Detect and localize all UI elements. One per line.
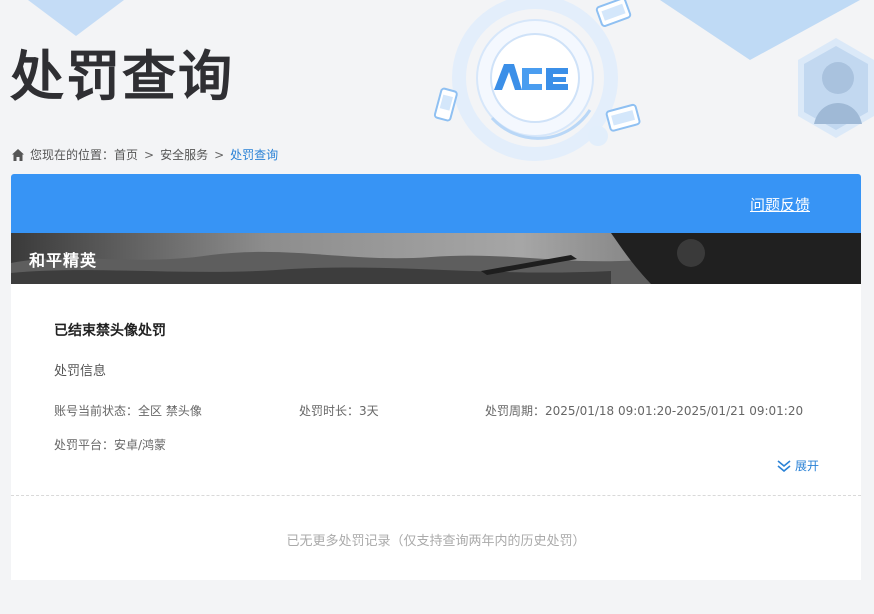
- breadcrumb-security-link[interactable]: 安全服务: [160, 146, 208, 163]
- game-banner-image: [11, 233, 861, 284]
- header-bar: 问题反馈: [11, 174, 861, 233]
- breadcrumb-current: 处罚查询: [230, 148, 279, 162]
- platform-value: 安卓/鸿蒙: [114, 438, 167, 452]
- platform-label: 处罚平台：: [54, 438, 115, 452]
- punishment-platform: 处罚平台：安卓/鸿蒙: [54, 436, 166, 453]
- breadcrumb-separator: >: [144, 147, 155, 162]
- punishment-duration: 处罚时长：3天: [299, 402, 379, 419]
- punishment-period: 处罚周期：2025/01/18 09:01:20-2025/01/21 09:0…: [485, 402, 803, 419]
- page-title: 处罚查询: [10, 45, 234, 108]
- game-banner: 和平精英: [11, 233, 861, 284]
- expand-button[interactable]: 展开: [777, 457, 819, 474]
- breadcrumb-prefix: 您现在的位置：: [30, 148, 115, 162]
- duration-label: 处罚时长：: [299, 404, 360, 418]
- punishment-record-card: 已结束禁头像处罚 处罚信息 账号当前状态：全区 禁头像 处罚时长：3天 处罚周期…: [11, 284, 861, 580]
- duration-value: 3天: [359, 404, 379, 418]
- character-portrait-decoration: [798, 38, 874, 138]
- period-value: 2025/01/18 09:01:20-2025/01/21 09:01:20: [545, 404, 804, 418]
- no-more-records-text: 已无更多处罚记录（仅支持查询两年内的历史处罚）: [286, 534, 586, 549]
- ace-logo-icon: [433, 0, 641, 161]
- feedback-link[interactable]: 问题反馈: [750, 194, 810, 215]
- breadcrumb: 您现在的位置： 首页 > 安全服务 > 处罚查询: [11, 146, 278, 163]
- info-heading: 处罚信息: [54, 364, 107, 379]
- double-chevron-down-icon: [777, 459, 791, 472]
- divider: [11, 495, 861, 496]
- account-status-value: 全区 禁头像: [138, 404, 202, 418]
- account-status-label: 账号当前状态：: [54, 404, 139, 418]
- home-icon: [12, 148, 24, 161]
- period-label: 处罚周期：: [485, 404, 546, 418]
- expand-label: 展开: [795, 459, 820, 473]
- breadcrumb-separator: >: [214, 147, 225, 162]
- record-title: 已结束禁头像处罚: [54, 323, 166, 339]
- breadcrumb-home-link[interactable]: 首页: [114, 146, 138, 163]
- game-name: 和平精英: [29, 251, 98, 270]
- decorative-triangle-left: [28, 0, 124, 36]
- account-status: 账号当前状态：全区 禁头像: [54, 402, 202, 419]
